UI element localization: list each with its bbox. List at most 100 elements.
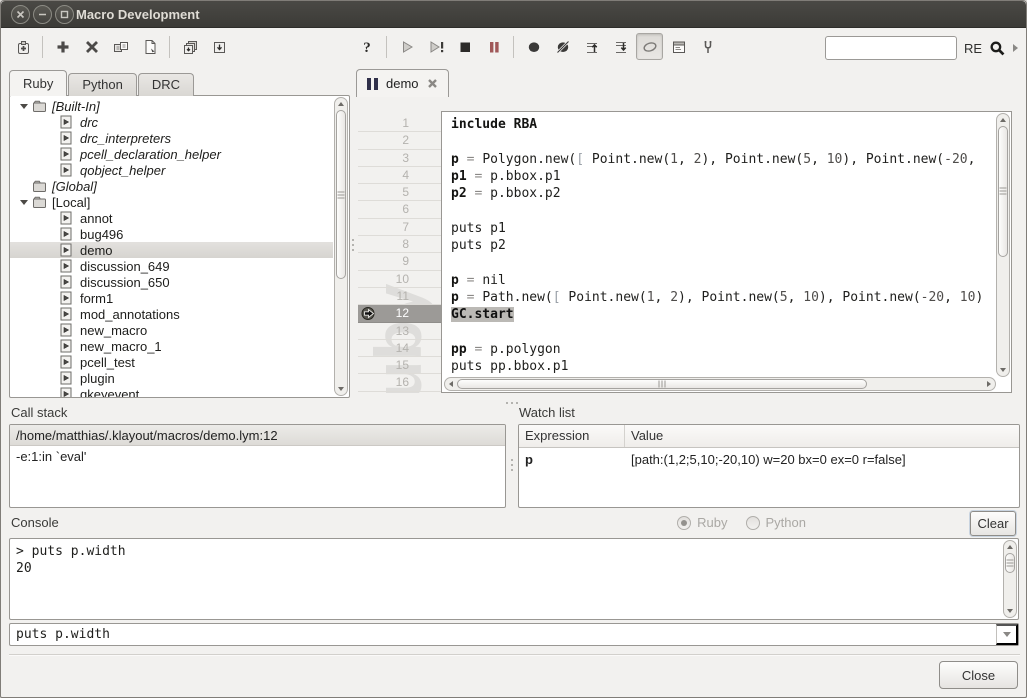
gutter-line-7[interactable]: 7 bbox=[358, 219, 441, 236]
code-area[interactable]: include RBA p = Polygon.new([ Point.new(… bbox=[442, 112, 995, 376]
tree-item-local[interactable]: [Local] bbox=[10, 194, 333, 210]
run-button[interactable] bbox=[393, 33, 420, 60]
tree-item-pcell_test[interactable]: pcell_test bbox=[10, 354, 333, 370]
titlebar[interactable]: Macro Development bbox=[1, 1, 1026, 28]
tree-item-discussion_650[interactable]: discussion_650 bbox=[10, 274, 333, 290]
interpreter-radio-ruby[interactable]: Ruby bbox=[677, 515, 727, 530]
editor-tab-demo[interactable]: demo bbox=[356, 69, 449, 97]
expander-icon[interactable] bbox=[16, 200, 32, 205]
scrollbar-thumb[interactable] bbox=[336, 110, 346, 279]
editor-vertical-scrollbar[interactable] bbox=[996, 113, 1010, 377]
properties-button[interactable] bbox=[665, 33, 692, 60]
call-stack-frame-0[interactable]: /home/matthias/.klayout/macros/demo.lym:… bbox=[10, 425, 505, 446]
tab-drc[interactable]: DRC bbox=[138, 73, 194, 96]
scrollbar-thumb[interactable] bbox=[457, 379, 867, 389]
tree-item-annot[interactable]: annot bbox=[10, 210, 333, 226]
save-all-button[interactable] bbox=[176, 33, 203, 60]
scroll-left-arrow[interactable] bbox=[445, 378, 457, 390]
gutter-line-2[interactable]: 2 bbox=[358, 132, 441, 149]
tree-item-drc_interpreters[interactable]: drc_interpreters bbox=[10, 130, 333, 146]
new-macro-button[interactable] bbox=[49, 33, 76, 60]
interpreter-radio-python[interactable]: Python bbox=[746, 515, 806, 530]
scroll-up-arrow[interactable] bbox=[1004, 541, 1016, 553]
import-macro-button[interactable] bbox=[136, 33, 163, 60]
tab-ruby[interactable]: Ruby bbox=[9, 70, 67, 96]
tree-item-form1[interactable]: form1 bbox=[10, 290, 333, 306]
save-button[interactable] bbox=[205, 33, 232, 60]
rename-macro-button[interactable] bbox=[107, 33, 134, 60]
console-output[interactable]: > puts p.width20 bbox=[10, 539, 1002, 619]
delete-macro-button[interactable] bbox=[78, 33, 105, 60]
close-dialog-button[interactable]: Close bbox=[939, 661, 1018, 689]
single-step-toggle[interactable] bbox=[636, 33, 663, 60]
tree-item-new_macro[interactable]: new_macro bbox=[10, 322, 333, 338]
tree-item-plugin[interactable]: plugin bbox=[10, 370, 333, 386]
gutter-line-13[interactable]: 13 bbox=[358, 323, 441, 340]
tree-item-mod_annotations[interactable]: mod_annotations bbox=[10, 306, 333, 322]
gutter-line-12[interactable]: 12 bbox=[358, 305, 441, 322]
scroll-down-arrow[interactable] bbox=[997, 364, 1009, 376]
tree-item-demo[interactable]: demo bbox=[10, 242, 333, 258]
window-maximize-button[interactable] bbox=[55, 5, 74, 24]
tree-item-bug496[interactable]: bug496 bbox=[10, 226, 333, 242]
gutter-line-15[interactable]: 15 bbox=[358, 357, 441, 374]
tree-item-drc[interactable]: drc bbox=[10, 114, 333, 130]
tree-item-qkeyevent[interactable]: qkeyevent bbox=[10, 386, 333, 397]
scrollbar-thumb[interactable] bbox=[998, 126, 1008, 257]
value-column-header[interactable]: Value bbox=[625, 425, 669, 447]
breakpoint-button[interactable] bbox=[520, 33, 547, 60]
tree-item-new_macro_1[interactable]: new_macro_1 bbox=[10, 338, 333, 354]
scroll-right-arrow[interactable] bbox=[983, 378, 995, 390]
scroll-down-arrow[interactable] bbox=[1004, 605, 1016, 617]
gutter-line-14[interactable]: 14 bbox=[358, 340, 441, 357]
setup-button[interactable] bbox=[694, 33, 721, 60]
tree-item-qobject_helper[interactable]: qobject_helper bbox=[10, 162, 333, 178]
stop-button[interactable] bbox=[451, 33, 478, 60]
gutter-line-5[interactable]: 5 bbox=[358, 184, 441, 201]
scroll-up-arrow[interactable] bbox=[997, 114, 1009, 126]
editor-horizontal-scrollbar[interactable] bbox=[444, 377, 996, 391]
toolbar-extension-arrow-icon[interactable] bbox=[1013, 44, 1018, 52]
help-button[interactable]: ? bbox=[353, 33, 380, 60]
tree-item-built-in[interactable]: [Built-In] bbox=[10, 98, 333, 114]
tab-python[interactable]: Python bbox=[68, 73, 136, 96]
gutter-line-1[interactable]: 1 bbox=[358, 115, 441, 132]
gutter-line-10[interactable]: 10 bbox=[358, 271, 441, 288]
console-vertical-scrollbar[interactable] bbox=[1003, 540, 1017, 618]
clear-console-button[interactable]: Clear bbox=[970, 511, 1016, 536]
gutter-line-6[interactable]: 6 bbox=[358, 201, 441, 218]
step-over-button[interactable] bbox=[607, 33, 634, 60]
tree-vertical-scrollbar[interactable] bbox=[334, 97, 348, 396]
expression-column-header[interactable]: Expression bbox=[519, 425, 625, 447]
gutter-line-16[interactable]: 16 bbox=[358, 374, 441, 391]
scrollbar-track[interactable] bbox=[997, 126, 1009, 364]
gutter-line-3[interactable]: 3 bbox=[358, 150, 441, 167]
search-icon[interactable] bbox=[989, 40, 1006, 57]
gutter-line-9[interactable]: 9 bbox=[358, 253, 441, 270]
step-into-button[interactable] bbox=[578, 33, 605, 60]
scrollbar-track[interactable] bbox=[335, 110, 347, 383]
call-stack-frame-1[interactable]: -e:1:in `eval' bbox=[10, 446, 505, 467]
window-close-button[interactable] bbox=[11, 5, 30, 24]
scroll-up-arrow[interactable] bbox=[335, 98, 347, 110]
pause-button[interactable] bbox=[480, 33, 507, 60]
code-editor[interactable]: include RBA p = Polygon.new([ Point.new(… bbox=[441, 111, 1012, 393]
expander-icon[interactable] bbox=[16, 104, 32, 109]
horizontal-splitter-handle[interactable] bbox=[506, 402, 518, 404]
tree-item-global[interactable]: [Global] bbox=[10, 178, 333, 194]
callstack-watch-splitter-handle[interactable] bbox=[511, 459, 513, 471]
add-location-button[interactable] bbox=[9, 33, 36, 60]
scroll-down-arrow[interactable] bbox=[335, 383, 347, 395]
scrollbar-track[interactable] bbox=[457, 378, 983, 390]
scrollbar-thumb[interactable] bbox=[1005, 553, 1015, 573]
run-from-current-button[interactable] bbox=[422, 33, 449, 60]
gutter-line-4[interactable]: 4 bbox=[358, 167, 441, 184]
scrollbar-track[interactable] bbox=[1004, 553, 1016, 605]
tree-item-pcell_declaration_helper[interactable]: pcell_declaration_helper bbox=[10, 146, 333, 162]
gutter-line-8[interactable]: 8 bbox=[358, 236, 441, 253]
gutter-line-11[interactable]: 11 bbox=[358, 288, 441, 305]
tab-close-icon[interactable] bbox=[427, 78, 438, 89]
console-input[interactable] bbox=[10, 624, 996, 645]
console-history-dropdown-button[interactable] bbox=[996, 624, 1018, 645]
window-minimize-button[interactable] bbox=[33, 5, 52, 24]
